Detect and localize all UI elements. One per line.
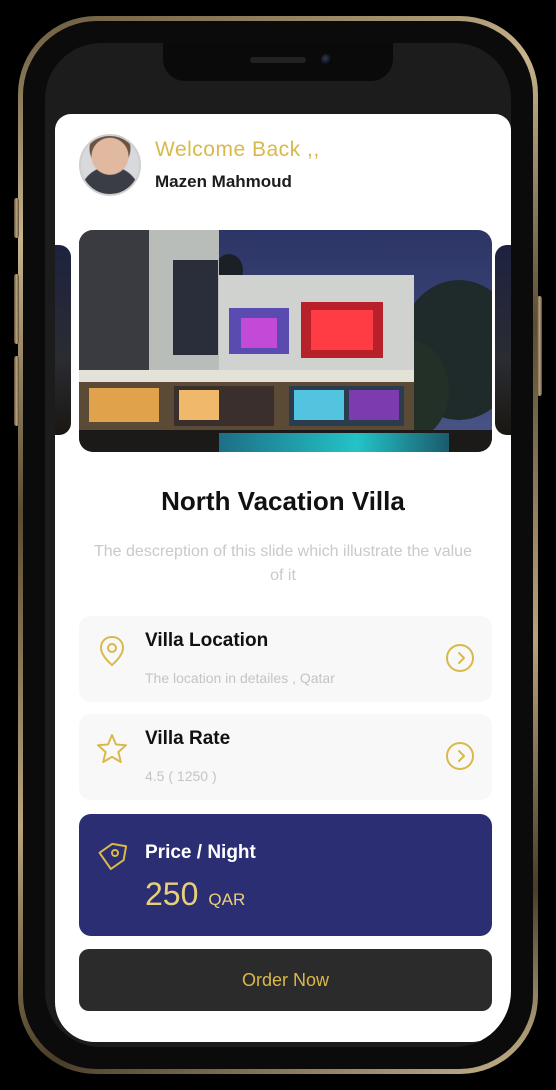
villa-title: North Vacation Villa (161, 486, 405, 516)
volume-down-button (14, 356, 19, 426)
villa-night-photo (79, 230, 492, 452)
villa-location-card[interactable]: Villa Location The location in detailes … (79, 616, 492, 702)
price-currency: QAR (208, 890, 246, 909)
user-name: Mazen Mahmoud (155, 172, 292, 191)
chevron-right-icon (458, 750, 465, 762)
villa-location-detail: The location in detailes , Qatar (145, 670, 335, 686)
previous-slide-preview[interactable] (55, 245, 71, 435)
villa-rate-title: Villa Rate (145, 728, 231, 749)
welcome-text: Welcome Back ,, (155, 138, 320, 161)
star-icon (97, 734, 127, 763)
price-card: Price / Night 250 QAR (79, 814, 492, 936)
location-pin-icon (99, 635, 125, 667)
location-arrow-button[interactable] (446, 644, 474, 672)
villa-rate-card[interactable]: Villa Rate 4.5 ( 1250 ) (79, 714, 492, 800)
volume-up-button (14, 274, 19, 344)
rate-arrow-button[interactable] (446, 742, 474, 770)
speaker-grille (250, 57, 306, 63)
notch (163, 43, 393, 81)
front-camera (321, 54, 332, 65)
villa-location-title: Villa Location (145, 630, 269, 651)
villa-description: The descreption of this slide which illu… (94, 543, 472, 584)
villa-image[interactable] (79, 230, 492, 452)
next-slide-preview[interactable] (495, 245, 511, 435)
power-button (537, 296, 542, 396)
price-tag-icon (98, 842, 128, 870)
mute-switch (14, 198, 19, 238)
phone-frame: Welcome Back ,, Mazen Mahmoud North Vaca… (14, 16, 542, 1074)
chevron-right-icon (458, 652, 465, 664)
villa-rate-detail: 4.5 ( 1250 ) (145, 768, 217, 784)
price-value: 250 QAR (145, 876, 245, 913)
price-label: Price / Night (145, 842, 256, 863)
avatar[interactable] (79, 134, 141, 196)
price-amount: 250 (145, 876, 199, 912)
app-screen: Welcome Back ,, Mazen Mahmoud North Vaca… (55, 114, 511, 1042)
welcome-header: Welcome Back ,, Mazen Mahmoud (79, 134, 320, 196)
order-now-button[interactable]: Order Now (79, 949, 492, 1011)
